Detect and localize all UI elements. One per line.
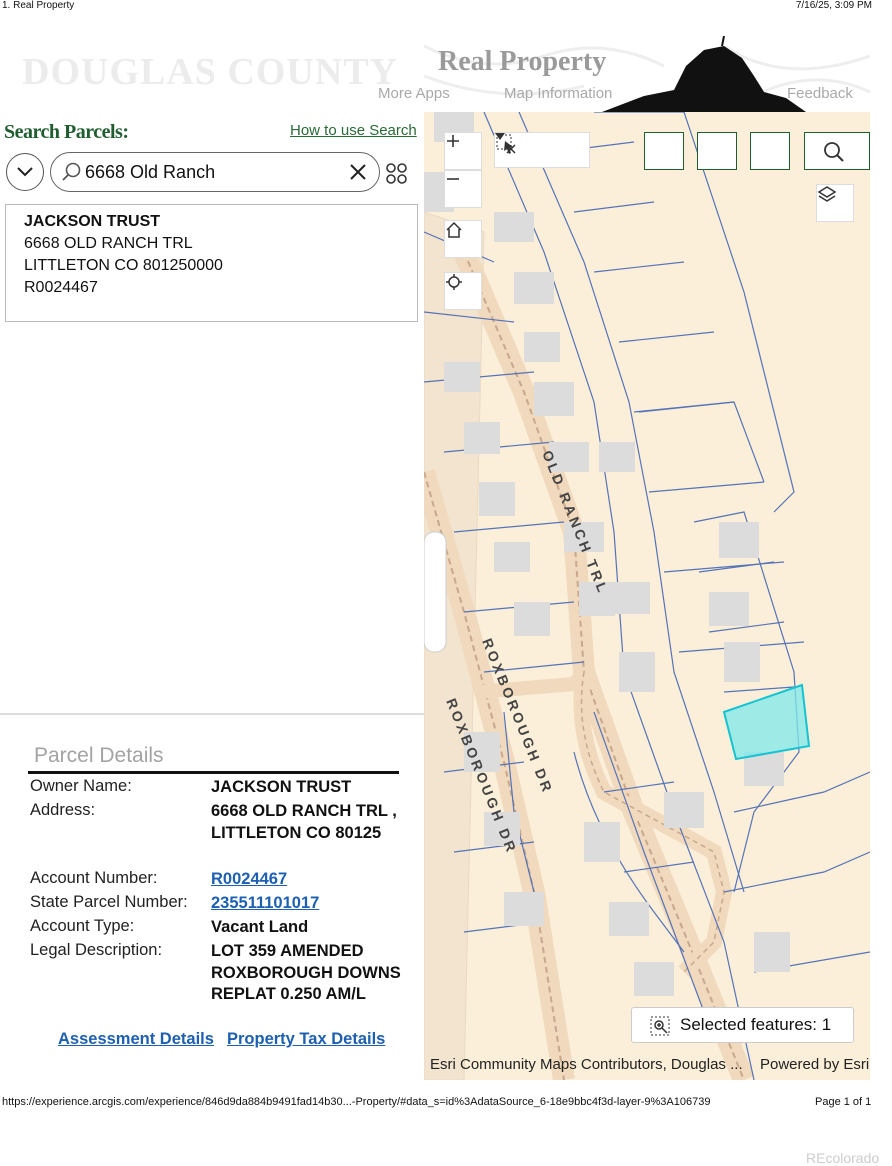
parcel-details-rule [28, 771, 399, 774]
assessment-details-link[interactable]: Assessment Details [58, 1030, 214, 1049]
state-parcel-number-link[interactable]: 235511101017 [211, 894, 319, 912]
search-parcels-heading: Search Parcels: [4, 121, 129, 143]
account-number-link[interactable]: R0024467 [211, 870, 287, 888]
selected-features-button[interactable]: Selected features: 1 [631, 1007, 854, 1043]
account-type-label: Account Type: [30, 917, 135, 935]
result-account: R0024467 [24, 279, 98, 296]
powered-by-esri[interactable]: Powered by Esri [760, 1056, 869, 1073]
legal-description-label: Legal Description: [30, 941, 163, 959]
zoom-in-button[interactable] [444, 132, 482, 170]
print-footer-url: https://experience.arcgis.com/experience… [2, 1096, 711, 1108]
home-button[interactable] [444, 220, 482, 258]
print-datetime: 7/16/25, 3:09 PM [795, 0, 872, 11]
address-value: 6668 OLD RANCH TRL , LITTLETON CO 80125 [211, 802, 397, 842]
account-number-label: Account Number: [30, 869, 158, 887]
parcel-details-title: Parcel Details [34, 744, 164, 767]
print-title: 1. Real Property [2, 0, 75, 11]
layers-button[interactable] [816, 184, 854, 222]
search-result-card[interactable]: JACKSON TRUST 6668 OLD RANCH TRL LITTLET… [5, 204, 418, 322]
widget-button-3[interactable] [750, 132, 790, 170]
zoom-out-button[interactable] [444, 170, 482, 208]
search-icon [62, 162, 81, 181]
clear-selection-icon[interactable] [495, 133, 517, 155]
search-input[interactable]: 6668 Old Ranch [50, 152, 380, 192]
selected-features-label: Selected features: 1 [680, 1015, 832, 1034]
widget-button-2[interactable] [697, 132, 737, 170]
print-header: 1. Real Property 7/16/25, 3:09 PM [0, 0, 892, 14]
map-basemap [424, 112, 870, 1080]
nav-feedback[interactable]: Feedback [787, 85, 853, 102]
panel-divider [0, 713, 424, 715]
collapse-button[interactable] [6, 153, 44, 191]
account-type-value: Vacant Land [211, 918, 309, 936]
app-header: DOUGLAS COUNTY Real Property More Apps M… [0, 36, 870, 112]
address-label: Address: [30, 801, 96, 819]
print-footer-page: Page 1 of 1 [815, 1096, 872, 1108]
result-city: LITTLETON CO 801250000 [24, 257, 223, 274]
clear-search-icon[interactable] [349, 163, 367, 181]
owner-name-label: Owner Name: [30, 777, 132, 795]
map-view[interactable]: OLD RANCH TRL ROXBOROUGH DR ROXBOROUGH D… [424, 112, 870, 1080]
nav-more-apps[interactable]: More Apps [378, 85, 450, 102]
locate-icon [446, 274, 462, 290]
selection-toolbar[interactable] [494, 132, 590, 168]
result-owner: JACKSON TRUST [24, 213, 161, 230]
search-input-value[interactable]: 6668 Old Ranch [85, 162, 215, 183]
county-logo[interactable]: DOUGLAS COUNTY [22, 50, 398, 94]
search-options-icon[interactable] [386, 163, 408, 185]
map-attribution[interactable]: Esri Community Maps Contributors, Dougla… [430, 1056, 743, 1073]
locate-button[interactable] [444, 272, 482, 310]
zoom-to-selection-icon [650, 1016, 670, 1036]
map-search-button[interactable] [804, 132, 870, 170]
home-icon [446, 221, 462, 238]
property-tax-details-link[interactable]: Property Tax Details [227, 1030, 385, 1049]
chevron-down-icon [17, 167, 33, 177]
selected-parcel[interactable] [722, 683, 811, 761]
plus-icon [447, 135, 459, 147]
legal-description-value: LOT 359 AMENDED ROXBOROUGH DOWNS REPLAT … [211, 942, 401, 1003]
layers-icon [817, 186, 837, 202]
nav-map-information[interactable]: Map Information [504, 85, 612, 102]
owner-name-value: JACKSON TRUST [211, 778, 352, 796]
result-street: 6668 OLD RANCH TRL [24, 235, 193, 252]
state-parcel-number-label: State Parcel Number: [30, 893, 188, 911]
search-icon [824, 142, 844, 162]
watermark: REcolorado [806, 1150, 880, 1166]
minus-icon [447, 178, 459, 180]
how-to-use-search-link[interactable]: How to use Search [290, 122, 417, 139]
widget-button-1[interactable] [644, 132, 684, 170]
app-title: Real Property [438, 46, 607, 77]
